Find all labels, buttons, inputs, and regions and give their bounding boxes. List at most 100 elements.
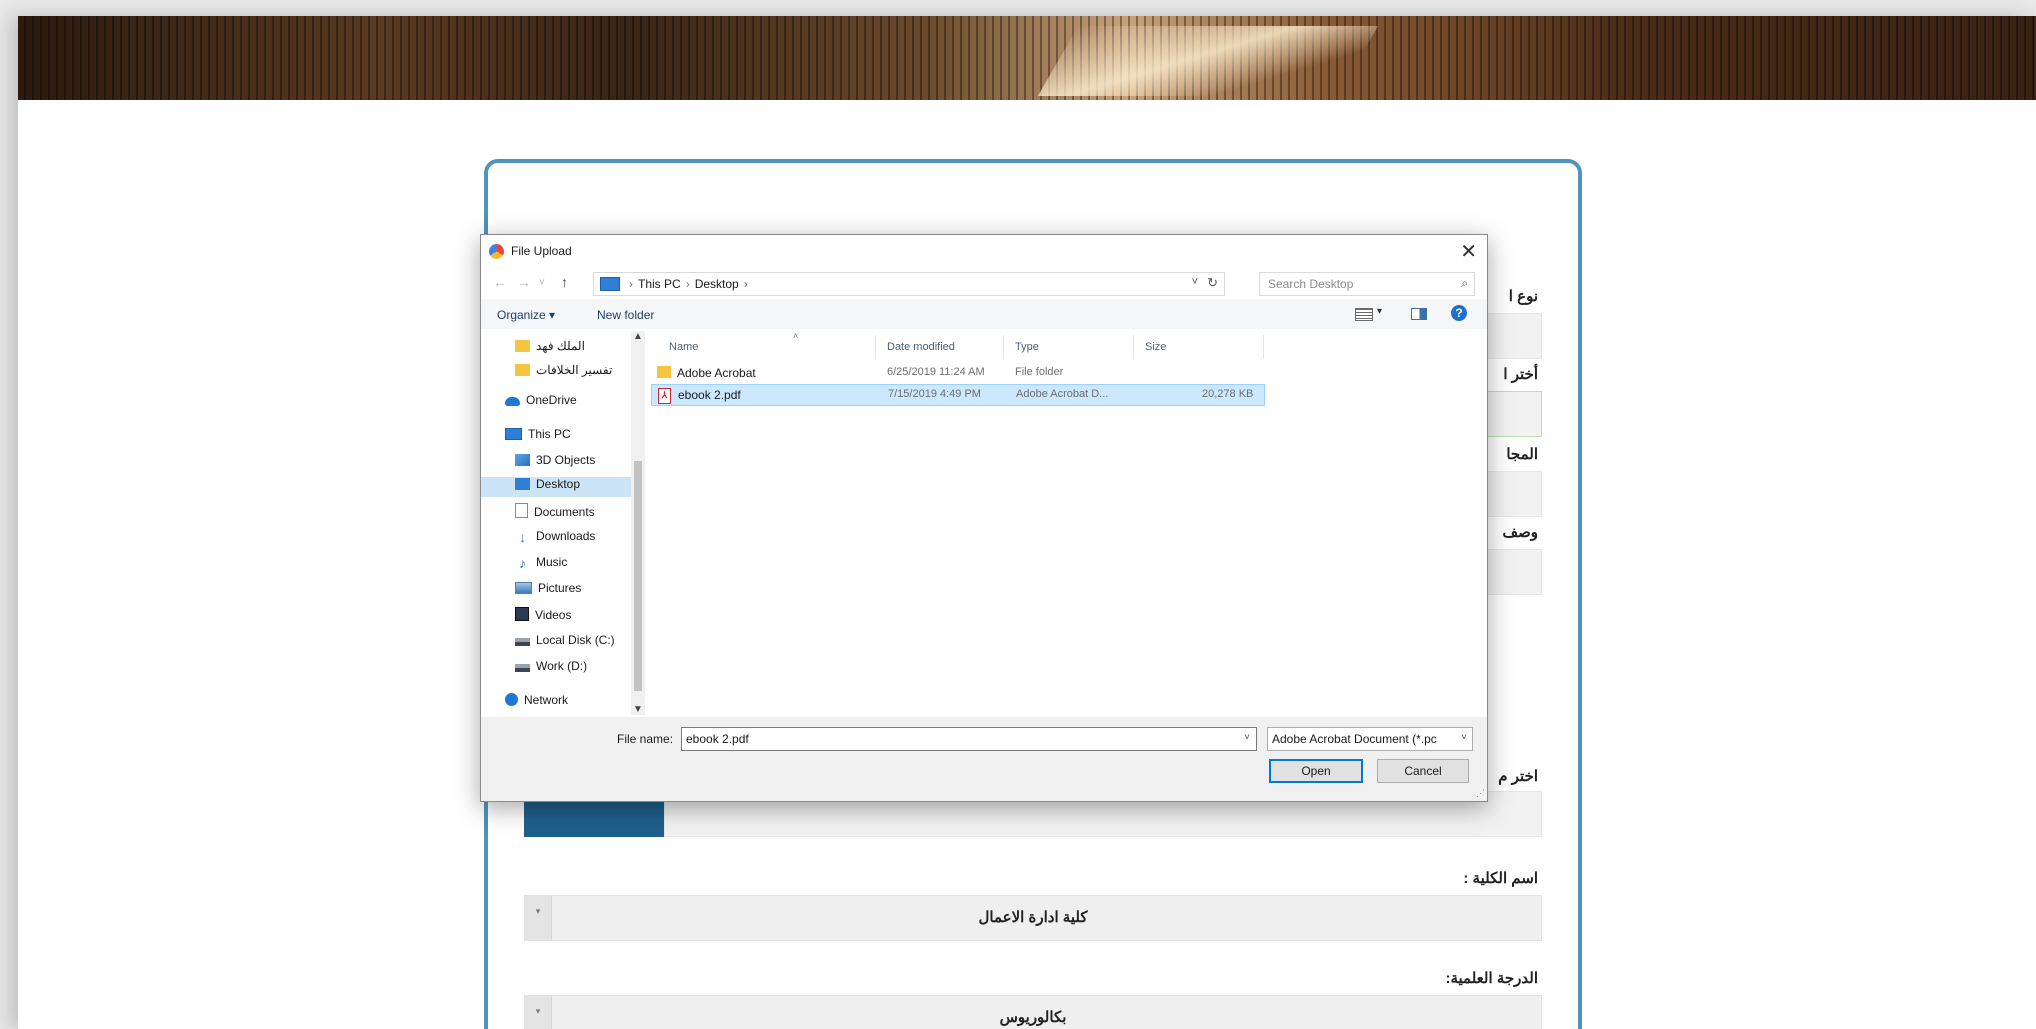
browser-icon: [489, 244, 504, 259]
nav-item-3d-objects[interactable]: 3D Objects: [515, 453, 595, 473]
refresh-icon[interactable]: ↻: [1207, 275, 1218, 291]
nav-item-king-fahd[interactable]: الملك فهد: [515, 339, 585, 359]
view-options-icon[interactable]: [1355, 308, 1373, 321]
nav-item-tafsir[interactable]: تفسير الخلافات: [515, 363, 612, 383]
computer-icon: [505, 428, 522, 440]
nav-item-this-pc[interactable]: This PC: [505, 427, 571, 447]
file-upload-dialog: File Upload ✕ ← → ˅ ↑ › This PC › Desktop › …: [480, 234, 1488, 802]
field-label: المجا: [1506, 446, 1538, 463]
up-arrow-icon[interactable]: ↑: [561, 274, 568, 290]
column-divider[interactable]: [1003, 335, 1004, 359]
choose-file-label: اختر م: [1498, 768, 1538, 785]
nav-item-network[interactable]: Network: [505, 693, 568, 713]
nav-item-onedrive[interactable]: OneDrive: [505, 393, 577, 413]
new-folder-button[interactable]: New folder: [597, 308, 654, 322]
column-header-name[interactable]: Name: [669, 341, 698, 353]
type-label: نوع ا: [1508, 288, 1538, 305]
chevron-down-icon[interactable]: ▾: [1377, 306, 1382, 317]
college-label: اسم الكلية :: [1463, 870, 1538, 887]
folder-icon: [515, 364, 530, 376]
nav-item-pictures[interactable]: Pictures: [515, 581, 581, 601]
desktop-icon: [515, 478, 530, 490]
scroll-up-icon[interactable]: ▲: [633, 331, 643, 342]
navigation-pane: الملك فهد تفسير الخلافات OneDrive This P…: [481, 331, 645, 715]
address-bar[interactable]: › This PC › Desktop › ˅ ↻: [593, 272, 1225, 296]
search-box[interactable]: Search Desktop ⌕: [1259, 272, 1475, 296]
nav-item-videos[interactable]: Videos: [515, 607, 571, 627]
nav-item-local-disk[interactable]: Local Disk (C:): [515, 633, 615, 653]
college-selected-value: كلية ادارة الاعمال: [978, 909, 1088, 926]
breadcrumb-this-pc[interactable]: This PC: [638, 277, 681, 291]
disk-icon: [515, 638, 530, 646]
back-arrow-icon[interactable]: ←: [493, 274, 507, 290]
nav-item-desktop[interactable]: Desktop: [481, 477, 631, 497]
dialog-titlebar[interactable]: File Upload ✕: [481, 235, 1487, 267]
dialog-title: File Upload: [511, 244, 572, 258]
filename-input[interactable]: ebook 2.pdf ˅: [681, 727, 1257, 751]
description-label: وصف: [1502, 524, 1538, 541]
dialog-toolbar: Organize ▾ New folder ▾ ?: [481, 299, 1487, 329]
open-button[interactable]: Open: [1269, 759, 1363, 783]
pictures-icon: [515, 582, 532, 594]
nav-item-documents[interactable]: Documents: [515, 503, 595, 523]
column-header-date[interactable]: Date modified: [887, 341, 955, 353]
file-type: Adobe Acrobat D...: [1016, 388, 1109, 400]
navigation-scrollbar[interactable]: ▲ ▼: [631, 331, 645, 715]
column-divider[interactable]: [1263, 335, 1264, 359]
network-icon: [505, 693, 518, 706]
choose-label: أختر ا: [1503, 366, 1538, 383]
resize-grip-icon[interactable]: ⋰: [1476, 788, 1485, 799]
file-list: ˄ Name Date modified Type Size Adobe Acr…: [651, 331, 1481, 715]
file-name: ebook 2.pdf: [678, 388, 741, 402]
file-name: Adobe Acrobat: [677, 366, 756, 380]
search-icon: ⌕: [1461, 276, 1468, 290]
breadcrumb-desktop[interactable]: Desktop: [695, 277, 739, 291]
file-date: 6/25/2019 11:24 AM: [887, 366, 985, 378]
chevron-down-icon[interactable]: ˅: [1192, 276, 1198, 288]
degree-label: الدرجة العلمية:: [1445, 970, 1538, 987]
help-icon[interactable]: ?: [1451, 305, 1467, 321]
computer-icon: [600, 277, 620, 291]
disk-icon: [515, 664, 530, 672]
breadcrumb: › This PC › Desktop ›: [629, 277, 748, 291]
degree-selected-value: بكالوريوس: [999, 1009, 1067, 1026]
file-type: File folder: [1015, 366, 1064, 378]
music-icon: ♪: [519, 555, 526, 571]
search-placeholder: Search Desktop: [1268, 277, 1354, 291]
chevron-down-icon: ˅: [1461, 732, 1467, 743]
nav-item-work-drive[interactable]: Work (D:): [515, 659, 587, 679]
column-divider[interactable]: [1133, 335, 1134, 359]
preview-pane-icon[interactable]: [1411, 308, 1427, 320]
column-header-type[interactable]: Type: [1015, 341, 1039, 353]
filename-label: File name:: [617, 732, 674, 746]
filetype-select[interactable]: Adobe Acrobat Document (*.pc ˅: [1267, 727, 1473, 751]
file-row[interactable]: Adobe Acrobat 6/25/2019 11:24 AM File fo…: [651, 363, 1263, 383]
file-size: 20,278 KB: [1202, 388, 1254, 400]
close-icon[interactable]: ✕: [1460, 239, 1477, 264]
nav-item-music[interactable]: ♪ Music: [515, 555, 567, 575]
organize-button[interactable]: Organize ▾: [497, 308, 555, 322]
file-row-selected[interactable]: ⅄ ebook 2.pdf 7/15/2019 4:49 PM Adobe Ac…: [651, 384, 1265, 406]
file-date: 7/15/2019 4:49 PM: [888, 388, 981, 400]
scroll-down-icon[interactable]: ▼: [633, 704, 643, 715]
video-icon: [515, 607, 529, 621]
folder-icon: [657, 366, 671, 378]
cloud-icon: [505, 397, 520, 406]
forward-arrow-icon[interactable]: →: [517, 274, 531, 290]
college-select[interactable]: ▾ كلية ادارة الاعمال: [524, 895, 1542, 941]
nav-item-downloads[interactable]: ↓ Downloads: [515, 529, 595, 549]
column-header-size[interactable]: Size: [1145, 341, 1166, 353]
recent-dropdown-icon[interactable]: ˅: [539, 277, 545, 288]
degree-select[interactable]: ▾ بكالوريوس: [524, 995, 1542, 1029]
scrollbar-thumb[interactable]: [634, 461, 642, 691]
cube-icon: [515, 454, 530, 466]
dialog-footer: File name: ebook 2.pdf ˅ Adobe Acrobat D…: [481, 717, 1487, 801]
cancel-button[interactable]: Cancel: [1377, 759, 1469, 783]
chevron-down-icon[interactable]: ˅: [1244, 732, 1250, 743]
filename-value: ebook 2.pdf: [686, 732, 749, 746]
sort-ascending-icon: ˄: [793, 331, 799, 341]
folder-icon: [515, 340, 530, 352]
column-divider[interactable]: [875, 335, 876, 359]
download-icon: ↓: [519, 530, 526, 545]
filetype-value: Adobe Acrobat Document (*.pc: [1272, 732, 1437, 746]
